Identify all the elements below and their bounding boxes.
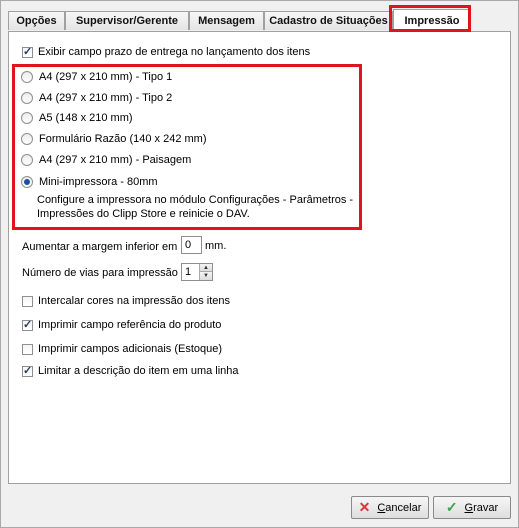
- vias-stepper[interactable]: 1 ▲ ▼: [181, 263, 213, 281]
- stepper-up-icon[interactable]: ▲: [199, 264, 212, 272]
- save-button[interactable]: ✓ Gravar: [433, 496, 511, 519]
- radio-button[interactable]: [21, 92, 33, 104]
- margin-row: Aumentar a margem inferior em: [22, 238, 177, 256]
- checkbox-label: Limitar a descrição do item em uma linha: [38, 365, 239, 377]
- margin-label: Aumentar a margem inferior em: [22, 241, 178, 253]
- stepper-down-icon[interactable]: ▼: [199, 272, 212, 280]
- check-icon: ✓: [23, 318, 33, 331]
- radio-button[interactable]: [21, 71, 33, 83]
- close-icon: ✕: [358, 499, 371, 515]
- margin-input[interactable]: 0: [181, 236, 202, 254]
- exibir-prazo-label: Exibir campo prazo de entrega no lançame…: [38, 46, 311, 58]
- radio-label: A4 (297 x 210 mm) - Tipo 2: [39, 92, 173, 104]
- checkbox-box[interactable]: ✓: [22, 318, 33, 331]
- radio-button[interactable]: [21, 133, 33, 145]
- radio-label: A5 (148 x 210 mm): [39, 112, 133, 124]
- tab-impressao[interactable]: Impressão: [393, 9, 471, 32]
- check-icon: ✓: [23, 45, 33, 58]
- radio-a4-tipo1[interactable]: A4 (297 x 210 mm) - Tipo 1: [21, 69, 172, 85]
- radio-label: Mini-impressora - 80mm: [39, 176, 158, 188]
- tab-mensagem[interactable]: Mensagem: [189, 11, 264, 30]
- radio-button[interactable]: [21, 112, 33, 124]
- radio-formulario-razao[interactable]: Formulário Razão (140 x 242 mm): [21, 131, 207, 147]
- exibir-prazo-checkbox[interactable]: ✓ Exibir campo prazo de entrega no lança…: [22, 44, 310, 60]
- tab-supervisor-gerente[interactable]: Supervisor/Gerente: [65, 11, 189, 30]
- checkbox-label: Imprimir campo referência do produto: [38, 319, 222, 331]
- margin-unit: mm.: [205, 238, 226, 254]
- radio-a4-tipo2[interactable]: A4 (297 x 210 mm) - Tipo 2: [21, 90, 172, 106]
- check-icon: ✓: [23, 364, 33, 377]
- intercalar-cores-checkbox[interactable]: Intercalar cores na impressão dos itens: [22, 293, 230, 309]
- radio-label: A4 (297 x 210 mm) - Paisagem: [39, 154, 192, 166]
- cancel-button[interactable]: ✕ Cancelar: [351, 496, 429, 519]
- vias-label: Número de vias para impressão: [22, 267, 178, 279]
- radio-button[interactable]: [21, 154, 33, 166]
- imprimir-referencia-checkbox[interactable]: ✓ Imprimir campo referência do produto: [22, 317, 221, 333]
- save-button-label: Gravar: [464, 501, 499, 514]
- radio-mini-impressora[interactable]: Mini-impressora - 80mm: [21, 174, 158, 190]
- checkbox-box[interactable]: ✓: [22, 364, 33, 377]
- checkmark-icon: ✓: [445, 499, 458, 515]
- limitar-descricao-checkbox[interactable]: ✓ Limitar a descrição do item em uma lin…: [22, 363, 239, 379]
- radio-a5[interactable]: A5 (148 x 210 mm): [21, 110, 133, 126]
- tab-panel-impressao: ✓ Exibir campo prazo de entrega no lança…: [8, 31, 511, 484]
- radio-button-selected[interactable]: [21, 176, 33, 188]
- vias-stepper-buttons: ▲ ▼: [199, 264, 212, 280]
- tab-cadastro-situacoes[interactable]: Cadastro de Situações: [264, 11, 393, 30]
- mini-impressora-description: Configure a impressora no módulo Configu…: [37, 194, 354, 220]
- cancel-button-label: Cancelar: [377, 501, 422, 514]
- checkbox-label: Imprimir campos adicionais (Estoque): [38, 343, 223, 355]
- imprimir-adicionais-checkbox[interactable]: Imprimir campos adicionais (Estoque): [22, 341, 222, 357]
- checkbox-box[interactable]: [22, 295, 33, 307]
- tab-opcoes[interactable]: Opções: [8, 11, 65, 30]
- tab-strip: Opções Supervisor/Gerente Mensagem Cadas…: [8, 9, 508, 32]
- radio-a4-paisagem[interactable]: A4 (297 x 210 mm) - Paisagem: [21, 152, 191, 168]
- radio-label: Formulário Razão (140 x 242 mm): [39, 133, 207, 145]
- checkbox-box[interactable]: [22, 343, 33, 355]
- checkbox-box[interactable]: ✓: [22, 45, 33, 58]
- vias-row: Número de vias para impressão: [22, 264, 178, 282]
- vias-value: 1: [185, 266, 192, 278]
- checkbox-label: Intercalar cores na impressão dos itens: [38, 295, 230, 307]
- margin-unit-label: mm.: [205, 240, 227, 252]
- radio-label: A4 (297 x 210 mm) - Tipo 1: [39, 71, 173, 83]
